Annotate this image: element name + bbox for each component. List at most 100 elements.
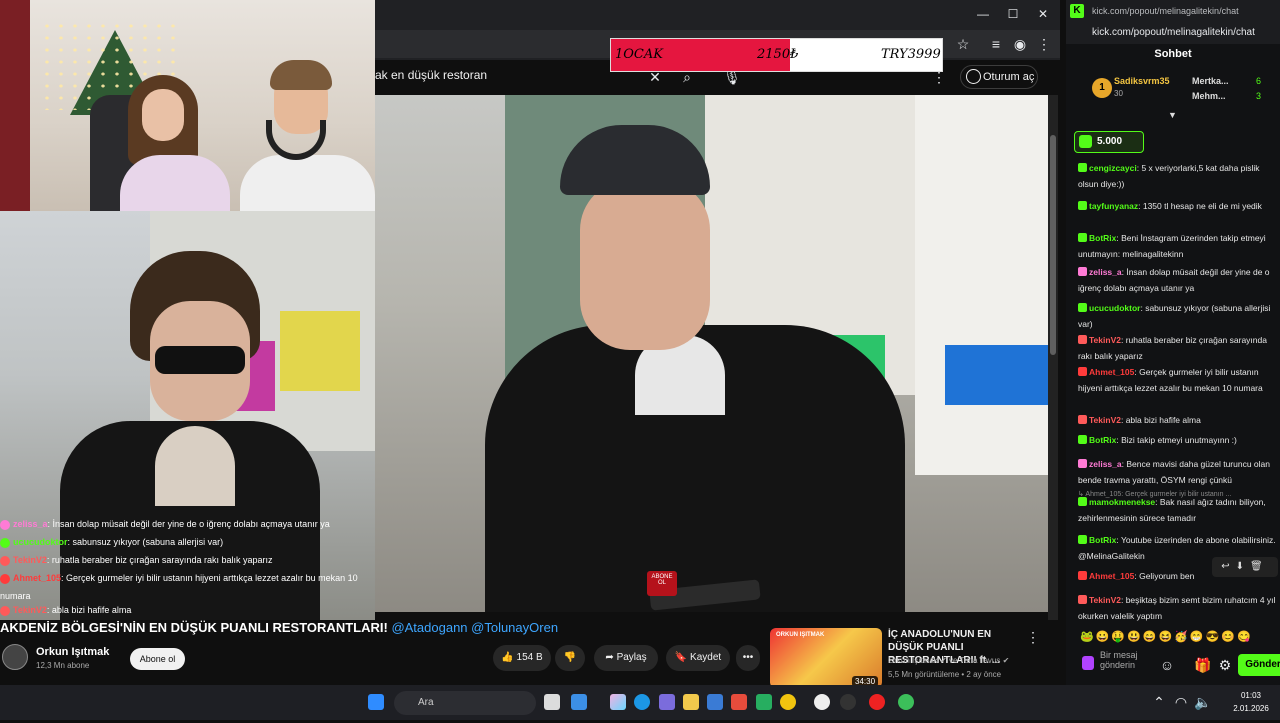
overlay-label: 1OCAK	[615, 47, 663, 62]
chat-message[interactable]: Ahmet_105: Gerçek gurmeler iyi bilir ust…	[1078, 364, 1276, 396]
chat-username: zeliss_a	[13, 519, 48, 529]
teams-icon[interactable]	[659, 694, 675, 710]
message-actions[interactable]: ↩⬇🗑	[1212, 557, 1278, 577]
chat-message[interactable]: tayfunyanaz: 1350 tl hesap ne eli de mi …	[1078, 198, 1276, 214]
chat-badge-icon	[1078, 367, 1087, 376]
top-gifter-1: Sadiksvrm35	[1114, 76, 1170, 86]
chat-message[interactable]: BotRix: Bizi takip etmeyi unutmayınn :)	[1078, 432, 1276, 448]
chrome-icon[interactable]	[780, 694, 796, 710]
kick-chat-window: kick.com/popout/melinagalitekin/chat K k…	[1066, 0, 1280, 685]
browser-menu-icon[interactable]: ⋮	[1033, 33, 1055, 55]
chat-url-bar[interactable]: kick.com/popout/melinagalitekin/chat	[1066, 22, 1280, 44]
recommendation-menu-icon[interactable]: ⋮	[1022, 626, 1044, 648]
chat-input[interactable]: Bir mesaj gönderin	[1100, 650, 1160, 678]
like-button[interactable]: 👍 154 B	[493, 645, 551, 671]
system-clock[interactable]: 01:03 2.01.2026	[1226, 689, 1276, 715]
chrome-profile-icon[interactable]	[814, 694, 830, 710]
youtube-icon[interactable]	[869, 694, 885, 710]
profile-icon[interactable]: ◉	[1009, 33, 1031, 55]
video-player[interactable]	[375, 95, 1055, 612]
emoji-icon[interactable]: ☺	[1156, 654, 1178, 676]
share-icon: ➦	[605, 652, 617, 663]
minimize-icon[interactable]: —	[968, 4, 998, 24]
recommended-video-meta: 5,5 Mn görüntüleme • 2 ay önce	[888, 670, 1002, 679]
app-icon[interactable]	[756, 694, 772, 710]
chat-message[interactable]: ucucudoktor: sabunsuz yıkıyor (sabuna al…	[1078, 300, 1276, 332]
widgets-icon[interactable]	[571, 694, 587, 710]
chat-text: : Geliyorum ben	[1134, 571, 1195, 581]
chat-username: TekinV2	[1089, 335, 1121, 345]
chat-badge-icon	[1078, 497, 1087, 506]
chat-message[interactable]: zeliss_a: Bence mavisi daha güzel turunc…	[1078, 456, 1276, 488]
channel-avatar[interactable]	[2, 644, 28, 670]
maximize-icon[interactable]: ☐	[998, 4, 1028, 24]
chat-text: : 1350 tl hesap ne eli de mi yedik	[1138, 201, 1262, 211]
rank-1-icon: 1	[1092, 78, 1112, 98]
top-gifter-3: Mehm...	[1192, 91, 1226, 101]
chat-username: zeliss_a	[1089, 267, 1122, 277]
chat-message[interactable]: mamokmenekse: Bak nasıl ağız tadını bili…	[1078, 494, 1276, 526]
share-button[interactable]: ➦ Paylaş	[594, 645, 658, 671]
chat-text: : ruhatla beraber biz çırağan sarayında …	[46, 555, 273, 565]
store-icon[interactable]	[731, 694, 747, 710]
volume-icon[interactable]: 🔈	[1192, 691, 1214, 713]
media-control-icon[interactable]: ≡	[985, 33, 1007, 55]
chat-username: TekinV2	[1089, 595, 1121, 605]
gift-box-icon[interactable]: 🎁	[1192, 654, 1214, 676]
chat-username: ucucudoktor	[13, 537, 68, 547]
reply-preview: ↳ Ahmet_105: Gerçek gurmeler iyi bilir u…	[1078, 491, 1232, 498]
chat-message[interactable]: TekinV2: beşiktaş bizim semt bizim ruhat…	[1078, 592, 1276, 624]
chat-window-title: kick.com/popout/melinagalitekin/chat	[1066, 0, 1280, 22]
chat-badge-icon	[1078, 595, 1087, 604]
more-actions-button[interactable]: •••	[736, 645, 760, 671]
overlay-goal: TRY3999	[881, 47, 941, 62]
chat-message[interactable]: TekinV2: ruhatla beraber biz çırağan sar…	[1078, 332, 1276, 364]
obs-icon[interactable]	[840, 694, 856, 710]
chrome-kick-icon[interactable]	[898, 694, 914, 710]
overlay-chat-line: TekinV2: ruhatla beraber biz çırağan sar…	[0, 551, 272, 569]
video-mentions: @Atadogann @TolunayOren	[391, 620, 559, 635]
chat-badge-icon	[0, 555, 10, 566]
signin-button[interactable]: Oturum aç	[960, 65, 1038, 89]
bookmark-star-icon[interactable]: ☆	[952, 33, 974, 55]
taskbar-search[interactable]: Ara	[394, 691, 536, 715]
chat-badge-icon	[1078, 459, 1087, 468]
emote-bar[interactable]: 🐸😀🤑😃😄😆🥳😁😎😊😋	[1080, 630, 1280, 644]
chat-username: ucucudoktor	[1089, 303, 1141, 313]
chat-message[interactable]: BotRix: Beni İnstagram üzerinden takip e…	[1078, 230, 1276, 262]
page-scrollbar[interactable]	[1048, 95, 1058, 685]
tray-overflow-icon[interactable]: ⌃	[1148, 691, 1170, 713]
chat-message[interactable]: TekinV2: abla bizi hafife alma	[1078, 412, 1276, 428]
chat-badge-icon	[1078, 303, 1087, 312]
chat-text: : Bizi takip etmeyi unutmayınn :)	[1116, 435, 1237, 445]
channel-name[interactable]: Orkun Işıtmak	[36, 646, 109, 658]
chat-username: TekinV2	[13, 555, 47, 565]
chat-username: Ahmet_105	[1089, 571, 1135, 581]
save-button[interactable]: 🔖 Kaydet	[666, 645, 730, 671]
chat-message[interactable]: cengizcayci: 5 x veriyorlarki,5 kat daha…	[1078, 160, 1276, 192]
chat-text: : sabunsuz yıkıyor (sabuna allerjisi var…	[67, 537, 224, 547]
recommended-video-channel: Orkun Işıtmak ✔ ve Tuna Tavus ✔	[888, 656, 1010, 665]
chat-username: mamokmenekse	[1089, 497, 1156, 507]
chat-username: tayfunyanaz	[1089, 201, 1139, 211]
subscribe-watermark: ABONE OL	[647, 571, 677, 596]
start-icon[interactable]	[368, 694, 384, 710]
task-view-icon[interactable]	[544, 694, 560, 710]
subscribe-button[interactable]: Abone ol	[130, 648, 185, 670]
chat-message[interactable]: zeliss_a: İnsan dolap müsait değil der y…	[1078, 264, 1276, 296]
edge-icon[interactable]	[634, 694, 650, 710]
search-input[interactable]: ak en düşük restoran	[375, 68, 487, 82]
microphone-icon[interactable]	[1082, 656, 1094, 670]
settings-icon[interactable]: ⚙	[1214, 654, 1236, 676]
thumbs-up-icon: 👍	[501, 652, 517, 663]
mail-icon[interactable]	[707, 694, 723, 710]
copilot-icon[interactable]	[610, 694, 626, 710]
send-button[interactable]: Gönder	[1238, 654, 1280, 676]
close-window-icon[interactable]: ✕	[1028, 4, 1058, 24]
gift-amount-badge[interactable]: 5.000	[1074, 131, 1144, 153]
dislike-button[interactable]: 👎	[555, 645, 585, 671]
file-explorer-icon[interactable]	[683, 694, 699, 710]
top-gifters: 1 Sadiksvrm35 30 Mertka... 6 Mehm... 3 ▼	[1066, 72, 1280, 120]
wifi-icon[interactable]: ◠	[1170, 691, 1192, 713]
stream-chat-overlay: zeliss_a: İnsan dolap müsait değil der y…	[0, 515, 420, 720]
